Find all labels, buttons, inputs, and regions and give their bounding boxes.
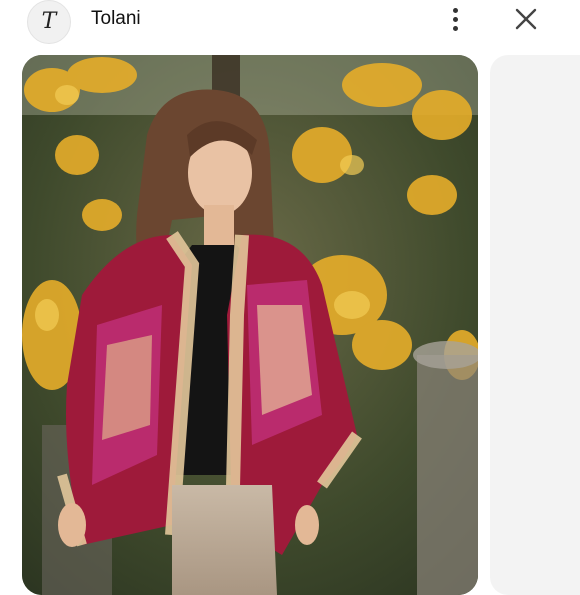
product-photo[interactable] bbox=[22, 55, 478, 595]
brand-logo-letter: T bbox=[41, 9, 57, 34]
next-item-preview[interactable] bbox=[490, 55, 580, 595]
top-bar: T Tolani bbox=[0, 0, 580, 46]
more-options-icon[interactable] bbox=[440, 4, 470, 34]
close-icon[interactable] bbox=[512, 5, 540, 33]
brand-logo[interactable]: T bbox=[27, 0, 71, 44]
brand-name[interactable]: Tolani bbox=[91, 8, 141, 30]
product-photo-illustration bbox=[22, 55, 478, 595]
